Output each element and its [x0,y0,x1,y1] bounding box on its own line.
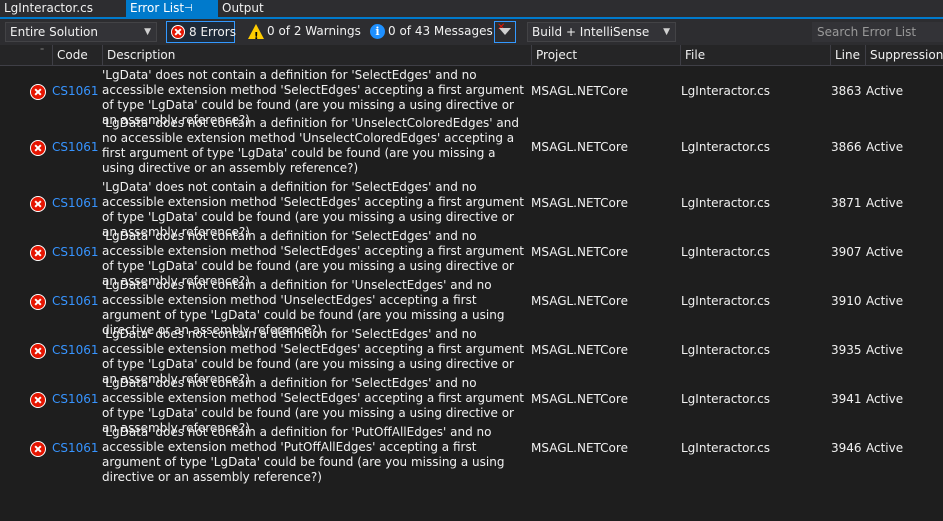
error-line: 3910 [831,294,862,308]
error-list-toolbar: Entire Solution ▼ 8 Errors ! 0 of 2 Warn… [0,19,943,45]
table-row[interactable]: CS1061 'LgData' does not contain a defin… [0,68,943,127]
messages-filter-label: 0 of 43 Messages [388,24,493,38]
build-source-value: Build + IntelliSense [532,25,650,39]
pin-icon[interactable]: ⊣ [184,0,193,17]
sort-column-header[interactable]: ⁼ [36,45,52,65]
build-source-dropdown[interactable]: Build + IntelliSense ▼ [527,22,676,42]
tab-error-list[interactable]: Error List ⊣ [126,0,218,17]
chevron-down-icon: ▼ [663,27,670,37]
scope-dropdown-value: Entire Solution [10,25,98,39]
error-project: MSAGL.NETCore [531,441,628,455]
errors-filter-button[interactable]: 8 Errors [166,21,236,43]
column-header-description[interactable]: Description [102,45,531,65]
table-row[interactable]: CS1061 'LgData' does not contain a defin… [0,327,943,386]
error-suppression: Active [866,441,904,455]
error-file: LgInteractor.cs [681,343,770,357]
error-icon [30,294,46,310]
error-file: LgInteractor.cs [681,441,770,455]
error-line: 3871 [831,196,862,210]
error-file: LgInteractor.cs [681,196,770,210]
error-line: 3946 [831,441,862,455]
error-code-link[interactable]: CS1061 [52,392,99,406]
error-icon [30,392,46,408]
column-header-file[interactable]: File [680,45,830,65]
tab-output[interactable]: Output [218,0,278,17]
error-project: MSAGL.NETCore [531,196,628,210]
error-code-link[interactable]: CS1061 [52,294,99,308]
error-code-link[interactable]: CS1061 [52,441,99,455]
error-suppression: Active [866,294,904,308]
error-suppression: Active [866,343,904,357]
error-line: 3941 [831,392,862,406]
table-row[interactable]: CS1061 'LgData' does not contain a defin… [0,425,943,484]
error-line: 3907 [831,245,862,259]
error-code-link[interactable]: CS1061 [52,196,99,210]
error-project: MSAGL.NETCore [531,343,628,357]
warning-icon: ! [248,24,264,42]
column-header-row: ⁼ Code Description Project File Line Sup… [0,45,943,66]
error-code-link[interactable]: CS1061 [52,343,99,357]
error-file: LgInteractor.cs [681,392,770,406]
chevron-down-icon: ▼ [144,27,151,37]
column-header-line[interactable]: Line [830,45,865,65]
error-icon [30,140,46,156]
error-icon [30,84,46,100]
clear-filter-button[interactable]: ✕ [494,21,516,43]
table-row[interactable]: CS1061 'LgData' does not contain a defin… [0,376,943,435]
warnings-filter-button[interactable]: ! 0 of 2 Warnings [245,21,361,43]
search-input[interactable]: Search Error List [812,22,943,42]
error-project: MSAGL.NETCore [531,392,628,406]
error-suppression: Active [866,392,904,406]
table-row[interactable]: CS1061 'LgData' does not contain a defin… [0,229,943,288]
error-line: 3863 [831,84,862,98]
error-project: MSAGL.NETCore [531,140,628,154]
error-icon [30,343,46,359]
messages-filter-button[interactable]: i 0 of 43 Messages [366,21,493,43]
tab-error-list-label: Error List [130,1,185,15]
error-suppression: Active [866,245,904,259]
error-line: 3935 [831,343,862,357]
error-file: LgInteractor.cs [681,84,770,98]
table-row[interactable]: CS1061 'LgData' does not contain a defin… [0,278,943,337]
error-suppression: Active [866,84,904,98]
error-description: 'LgData' does not contain a definition f… [102,116,519,175]
error-code-link[interactable]: CS1061 [52,84,99,98]
errors-filter-label: 8 Errors [189,25,236,39]
error-suppression: Active [866,196,904,210]
error-description: 'LgData' does not contain a definition f… [102,425,505,484]
error-file: LgInteractor.cs [681,294,770,308]
column-header-suppression[interactable]: Suppression State [865,45,943,65]
error-project: MSAGL.NETCore [531,245,628,259]
error-file: LgInteractor.cs [681,245,770,259]
table-row[interactable]: CS1061 'LgData' does not contain a defin… [0,180,943,239]
table-row[interactable]: CS1061 'LgData' does not contain a defin… [0,116,943,176]
error-icon [30,441,46,457]
error-icon [30,245,46,261]
info-icon: i [370,24,385,39]
error-code-link[interactable]: CS1061 [52,245,99,259]
filter-icon [499,28,511,35]
column-header-project[interactable]: Project [531,45,680,65]
error-file: LgInteractor.cs [681,140,770,154]
error-icon [171,25,185,39]
column-header-code[interactable]: Code [52,45,102,65]
error-project: MSAGL.NETCore [531,294,628,308]
error-icon [30,196,46,212]
error-code-link[interactable]: CS1061 [52,140,99,154]
document-tab-strip: LgInteractor.cs Error List ⊣ Output [0,0,943,17]
error-line: 3866 [831,140,862,154]
tab-lginteractor[interactable]: LgInteractor.cs [0,0,124,17]
scope-dropdown[interactable]: Entire Solution ▼ [5,22,157,42]
warnings-filter-label: 0 of 2 Warnings [267,24,361,38]
error-project: MSAGL.NETCore [531,84,628,98]
error-suppression: Active [866,140,904,154]
sort-icon: ⁼ [40,46,45,55]
